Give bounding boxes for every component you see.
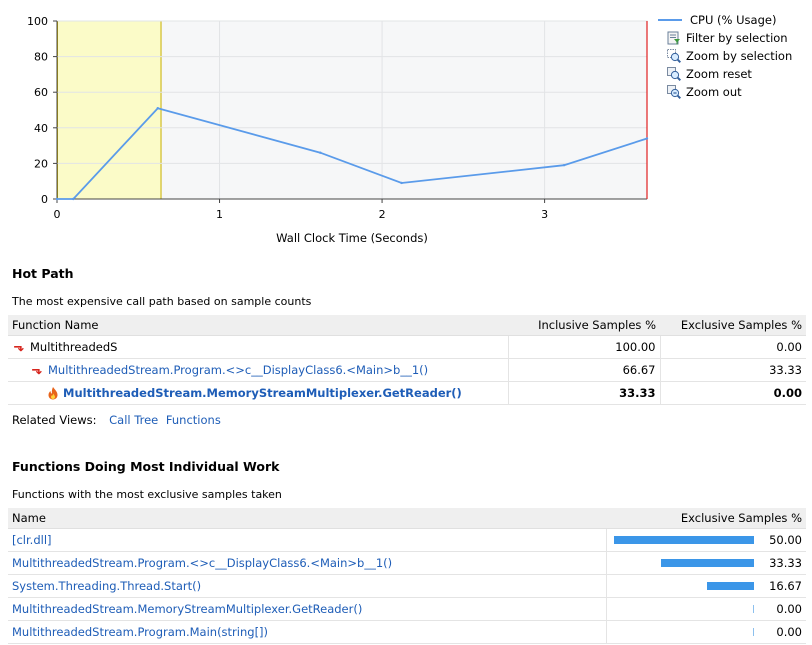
table-row[interactable]: ⬎ MultithreadedS 100.00 0.00 <box>8 335 806 359</box>
most-work-title: Functions Doing Most Individual Work <box>12 459 280 474</box>
y-tick-label: 40 <box>34 122 48 135</box>
legend-series-cpu: CPU (% Usage) <box>658 11 792 29</box>
zoom-reset-icon <box>667 67 681 81</box>
filter-by-selection-label: Filter by selection <box>686 31 788 45</box>
exclusive-samples-value: 33.33 <box>769 556 802 570</box>
data-point <box>400 181 403 185</box>
filter-by-selection-button[interactable]: Filter by selection <box>658 29 792 47</box>
zoom-selection-icon <box>667 49 681 63</box>
inclusive-samples-value: 100.00 <box>508 335 661 359</box>
table-row[interactable]: MultithreadedStream.MemoryStreamMultiple… <box>8 597 806 621</box>
x-axis-label: Wall Clock Time (Seconds) <box>276 231 428 245</box>
exclusive-samples-value: 50.00 <box>769 533 802 547</box>
hot-path-description: The most expensive call path based on sa… <box>12 295 312 308</box>
exclusive-samples-bar-fill <box>752 605 754 613</box>
data-point <box>562 163 566 167</box>
function-link[interactable]: [clr.dll] <box>12 533 52 547</box>
exclusive-samples-bar-fill <box>706 582 754 590</box>
function-link[interactable]: MultithreadedStream.Program.<>c__Display… <box>48 363 428 377</box>
most-work-header-row: Name Exclusive Samples % <box>8 508 806 529</box>
data-point <box>319 151 322 154</box>
column-header-exclusive-samples[interactable]: Exclusive Samples % <box>606 508 806 529</box>
column-header-function-name[interactable]: Function Name <box>8 315 508 336</box>
table-row[interactable]: ⬎ MultithreadedStream.Program.<>c__Displ… <box>8 358 806 382</box>
function-link[interactable]: MultithreadedStream.MemoryStreamMultiple… <box>63 386 462 400</box>
hot-path-header-row: Function Name Inclusive Samples % Exclus… <box>8 315 806 336</box>
exclusive-samples-value: 0.00 <box>776 625 802 639</box>
table-row[interactable]: MultithreadedStream.Program.<>c__Display… <box>8 551 806 575</box>
function-link[interactable]: MultithreadedStream.Program.<>c__Display… <box>12 556 392 570</box>
exclusive-samples-bar-fill <box>752 628 754 636</box>
legend-series-label: CPU (% Usage) <box>690 13 777 27</box>
x-tick-label: 3 <box>541 208 548 221</box>
function-name: MultithreadedS <box>30 340 118 354</box>
y-tick-label: 0 <box>41 193 48 206</box>
data-point <box>156 107 159 110</box>
y-tick-label: 60 <box>34 86 48 99</box>
call-tree-link[interactable]: Call Tree <box>109 413 158 427</box>
zoom-out-button[interactable]: Zoom out <box>658 83 792 101</box>
related-views-label: Related Views: <box>12 413 97 427</box>
hot-path-arrow-icon: ⬎ <box>31 362 43 378</box>
inclusive-samples-value: 66.67 <box>508 358 661 382</box>
data-point <box>72 197 75 201</box>
exclusive-samples-bar <box>611 582 754 590</box>
flame-icon <box>48 387 58 400</box>
exclusive-samples-bar <box>611 559 754 567</box>
function-link[interactable]: MultithreadedStream.MemoryStreamMultiple… <box>12 602 362 616</box>
most-work-description: Functions with the most exclusive sample… <box>12 488 282 501</box>
exclusive-samples-value: 0.00 <box>660 381 806 405</box>
selection-region[interactable] <box>57 21 162 199</box>
exclusive-samples-bar <box>611 628 754 636</box>
zoom-out-label: Zoom out <box>686 85 742 99</box>
column-header-exclusive-samples[interactable]: Exclusive Samples % <box>660 315 806 336</box>
x-tick-label: 0 <box>54 208 61 221</box>
data-point <box>645 137 649 140</box>
hot-path-title: Hot Path <box>12 266 74 281</box>
exclusive-samples-value: 33.33 <box>660 358 806 382</box>
column-header-inclusive-samples[interactable]: Inclusive Samples % <box>508 315 660 336</box>
table-row[interactable]: [clr.dll] 50.00 <box>8 528 806 552</box>
y-tick-label: 80 <box>34 51 48 64</box>
chart-legend: CPU (% Usage) Filter by selection Zoom b… <box>658 11 792 101</box>
x-tick-label: 1 <box>216 208 223 221</box>
exclusive-samples-value: 0.00 <box>776 602 802 616</box>
data-point <box>55 197 59 201</box>
x-tick-label: 2 <box>379 208 386 221</box>
zoom-reset-label: Zoom reset <box>686 67 752 81</box>
function-link[interactable]: MultithreadedStream.Program.Main(string[… <box>12 625 268 639</box>
table-row[interactable]: MultithreadedStream.MemoryStreamMultiple… <box>8 381 806 405</box>
zoom-reset-button[interactable]: Zoom reset <box>658 65 792 83</box>
hot-path-table: Function Name Inclusive Samples % Exclus… <box>8 315 806 405</box>
zoom-out-icon <box>667 85 681 99</box>
table-row[interactable]: System.Threading.Thread.Start() 16.67 <box>8 574 806 598</box>
exclusive-samples-bar <box>611 536 754 544</box>
exclusive-samples-value: 16.67 <box>769 579 802 593</box>
functions-link[interactable]: Functions <box>166 413 221 427</box>
table-row[interactable]: MultithreadedStream.Program.Main(string[… <box>8 620 806 644</box>
exclusive-samples-value: 0.00 <box>660 335 806 359</box>
y-tick-label: 100 <box>27 15 48 28</box>
filter-icon <box>667 31 680 45</box>
related-views: Related Views: Call Tree Functions <box>12 413 225 427</box>
exclusive-samples-bar-fill <box>660 559 754 567</box>
exclusive-samples-bar-fill <box>613 536 754 544</box>
function-link[interactable]: System.Threading.Thread.Start() <box>12 579 201 593</box>
inclusive-samples-value: 33.33 <box>508 381 661 405</box>
zoom-by-selection-label: Zoom by selection <box>686 49 793 63</box>
zoom-by-selection-button[interactable]: Zoom by selection <box>658 47 792 65</box>
hot-path-arrow-icon: ⬎ <box>13 339 25 355</box>
legend-line-swatch <box>658 19 682 21</box>
y-tick-label: 20 <box>34 157 48 170</box>
most-work-table: Name Exclusive Samples % [clr.dll] 50.00 M… <box>8 508 806 644</box>
exclusive-samples-bar <box>611 605 754 613</box>
column-header-name[interactable]: Name <box>8 508 606 529</box>
